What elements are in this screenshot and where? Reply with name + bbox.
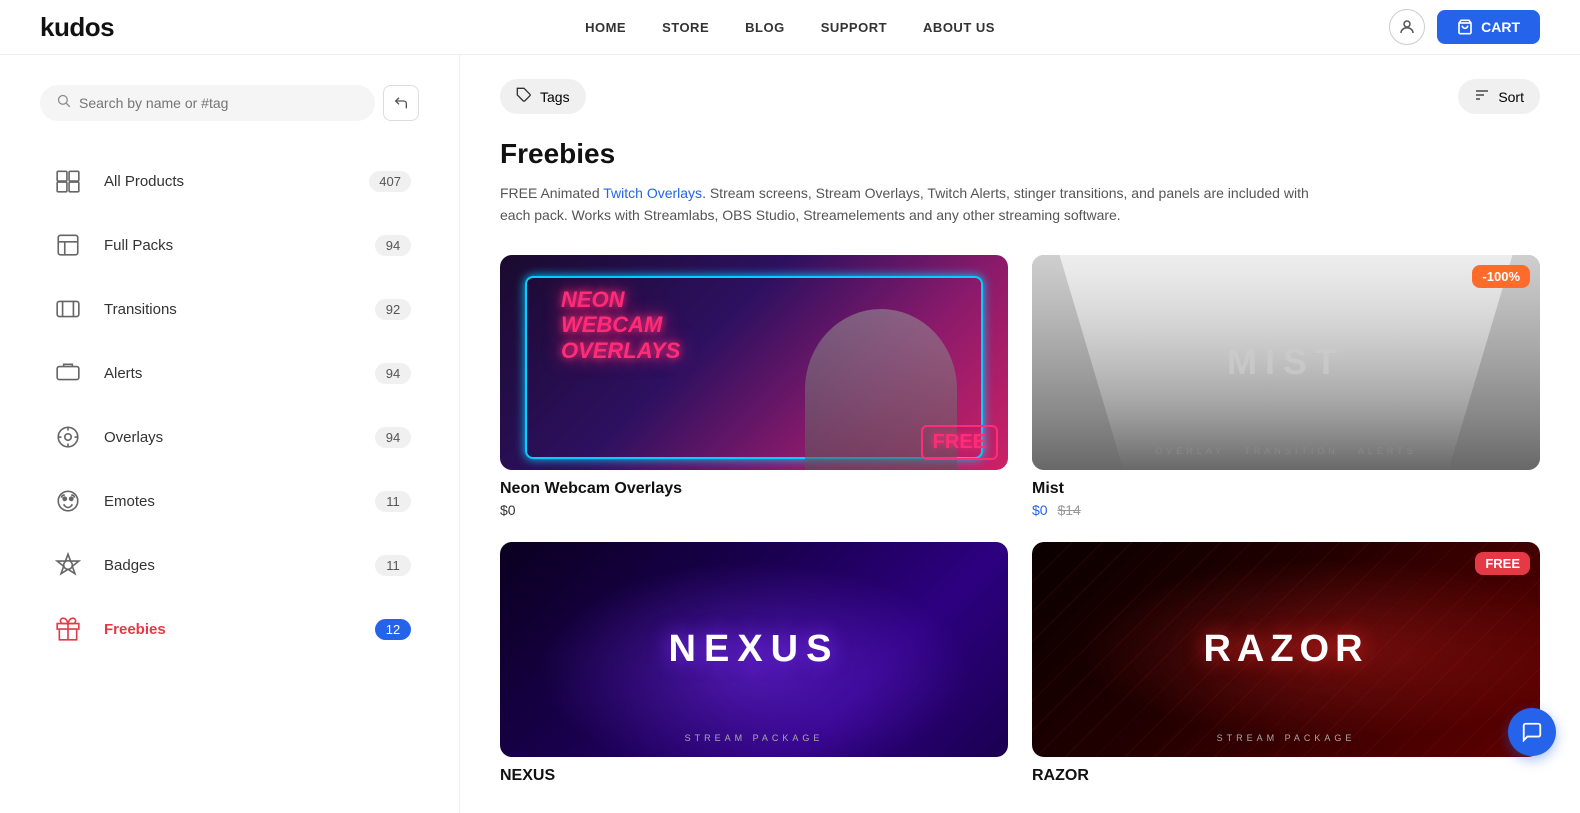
nav-store[interactable]: STORE bbox=[662, 20, 709, 35]
header: kudos HOME STORE BLOG SUPPORT ABOUT US C… bbox=[0, 0, 1580, 55]
sidebar-item-alerts[interactable]: Alerts 94 bbox=[40, 341, 419, 405]
transitions-label: Transitions bbox=[104, 301, 359, 318]
product-image-nexus: NEXUS STREAM PACKAGE bbox=[500, 542, 1008, 757]
twitch-overlays-link[interactable]: Twitch Overlays bbox=[603, 185, 702, 201]
tags-button[interactable]: Tags bbox=[500, 79, 586, 114]
header-actions: CART bbox=[1389, 9, 1540, 45]
full-packs-label: Full Packs bbox=[104, 237, 359, 254]
full-packs-count: 94 bbox=[375, 235, 411, 256]
overlays-icon bbox=[48, 417, 88, 457]
back-button[interactable] bbox=[383, 85, 419, 121]
section-title: Freebies bbox=[500, 138, 1540, 170]
product-card-mist[interactable]: MIST OVERLAY TRANSITION ALERTS -100% Mis… bbox=[1032, 255, 1540, 518]
product-card-nexus[interactable]: NEXUS STREAM PACKAGE NEXUS bbox=[500, 542, 1008, 789]
content-area: Tags Sort Freebies FREE Animated Twitch … bbox=[460, 55, 1580, 813]
sidebar-item-transitions[interactable]: Transitions 92 bbox=[40, 277, 419, 341]
razor-free-badge: FREE bbox=[1475, 552, 1530, 575]
cart-button[interactable]: CART bbox=[1437, 10, 1540, 44]
emotes-count: 11 bbox=[375, 491, 411, 512]
full-packs-icon bbox=[48, 225, 88, 265]
sidebar-item-badges[interactable]: Badges 11 bbox=[40, 533, 419, 597]
alerts-label: Alerts bbox=[104, 365, 359, 382]
emotes-icon bbox=[48, 481, 88, 521]
product-name-mist: Mist bbox=[1032, 480, 1540, 498]
sidebar-item-full-packs[interactable]: Full Packs 94 bbox=[40, 213, 419, 277]
freebies-icon bbox=[48, 609, 88, 649]
main-nav: HOME STORE BLOG SUPPORT ABOUT US bbox=[585, 20, 995, 35]
mist-discount-badge: -100% bbox=[1472, 265, 1530, 288]
sidebar-item-emotes[interactable]: Emotes 11 bbox=[40, 469, 419, 533]
product-price-neon-webcam: $0 bbox=[500, 502, 1008, 518]
emotes-label: Emotes bbox=[104, 493, 359, 510]
search-input-wrap[interactable] bbox=[40, 85, 375, 121]
sidebar-item-overlays[interactable]: Overlays 94 bbox=[40, 405, 419, 469]
sort-label: Sort bbox=[1498, 89, 1524, 105]
search-input[interactable] bbox=[79, 95, 359, 111]
all-products-icon bbox=[48, 161, 88, 201]
account-button[interactable] bbox=[1389, 9, 1425, 45]
product-name-nexus: NEXUS bbox=[500, 767, 1008, 785]
nav-support[interactable]: SUPPORT bbox=[821, 20, 887, 35]
badges-label: Badges bbox=[104, 557, 359, 574]
nav-blog[interactable]: BLOG bbox=[745, 20, 785, 35]
cart-label: CART bbox=[1481, 19, 1520, 35]
search-bar bbox=[40, 85, 419, 121]
product-image-neon-webcam: NEONWEBCAMOVERLAYS FREE bbox=[500, 255, 1008, 470]
freebies-label: Freebies bbox=[104, 621, 359, 638]
product-price-mist: $0 $14 bbox=[1032, 502, 1540, 518]
logo: kudos bbox=[40, 12, 114, 43]
sort-button[interactable]: Sort bbox=[1458, 79, 1540, 114]
tag-icon bbox=[516, 87, 532, 106]
product-image-mist: MIST OVERLAY TRANSITION ALERTS -100% bbox=[1032, 255, 1540, 470]
nav-about[interactable]: ABOUT US bbox=[923, 20, 995, 35]
overlays-count: 94 bbox=[375, 427, 411, 448]
sidebar-item-freebies[interactable]: Freebies 12 bbox=[40, 597, 419, 661]
transitions-icon bbox=[48, 289, 88, 329]
main-layout: All Products 407 Full Packs 94 Transitio… bbox=[0, 55, 1580, 813]
transitions-count: 92 bbox=[375, 299, 411, 320]
sort-icon bbox=[1474, 87, 1490, 106]
section-description: FREE Animated Twitch Overlays. Stream sc… bbox=[500, 182, 1320, 227]
all-products-label: All Products bbox=[104, 173, 353, 190]
badges-icon bbox=[48, 545, 88, 585]
badges-count: 11 bbox=[375, 555, 411, 576]
product-name-razor: RAZOR bbox=[1032, 767, 1540, 785]
chat-button[interactable] bbox=[1508, 708, 1556, 756]
nav-home[interactable]: HOME bbox=[585, 20, 626, 35]
all-products-count: 407 bbox=[369, 171, 411, 192]
content-toolbar: Tags Sort bbox=[500, 79, 1540, 114]
search-icon bbox=[56, 93, 71, 113]
alerts-icon bbox=[48, 353, 88, 393]
products-grid: NEONWEBCAMOVERLAYS FREE Neon Webcam Over… bbox=[500, 255, 1540, 789]
product-card-neon-webcam[interactable]: NEONWEBCAMOVERLAYS FREE Neon Webcam Over… bbox=[500, 255, 1008, 518]
product-image-razor: RAZOR STREAM PACKAGE FREE bbox=[1032, 542, 1540, 757]
product-name-neon-webcam: Neon Webcam Overlays bbox=[500, 480, 1008, 498]
alerts-count: 94 bbox=[375, 363, 411, 384]
sidebar: All Products 407 Full Packs 94 Transitio… bbox=[0, 55, 460, 813]
product-card-razor[interactable]: RAZOR STREAM PACKAGE FREE RAZOR bbox=[1032, 542, 1540, 789]
overlays-label: Overlays bbox=[104, 429, 359, 446]
tags-label: Tags bbox=[540, 89, 570, 105]
sidebar-item-all-products[interactable]: All Products 407 bbox=[40, 149, 419, 213]
freebies-count: 12 bbox=[375, 619, 411, 640]
